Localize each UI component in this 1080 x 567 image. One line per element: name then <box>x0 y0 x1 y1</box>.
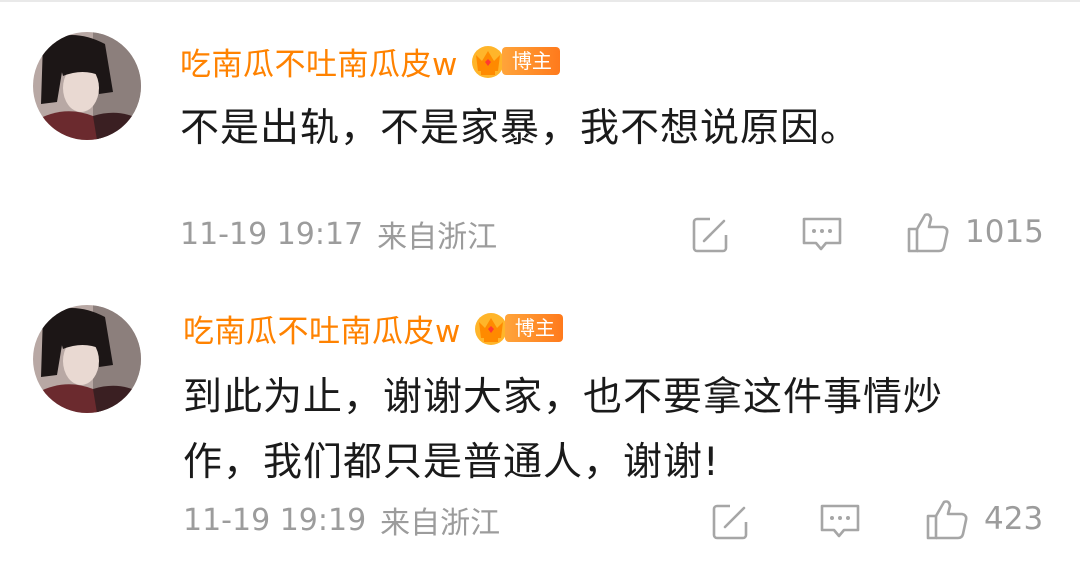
comment-text: 不是出轨，不是家暴，我不想说原因。 <box>180 96 1010 161</box>
comment-item: 吃南瓜不吐南瓜皮w 博主 不是出轨，不是家暴，我不想说原因。 11-19 19:… <box>0 0 1080 290</box>
comment-text: 到此为止，谢谢大家，也不要拿这件事情炒 作，我们都只是普通人，谢谢! <box>183 365 1013 495</box>
comment-time: 11-19 19:17 <box>180 216 364 252</box>
comment-meta: 11-19 19:17 来自浙江 <box>180 212 497 256</box>
comment-location: 来自浙江 <box>380 506 501 541</box>
comment-time: 11-19 19:19 <box>183 502 367 538</box>
username[interactable]: 吃南瓜不吐南瓜皮w <box>183 306 461 351</box>
comment-text-line: 到此为止，谢谢大家，也不要拿这件事情炒 <box>183 375 944 420</box>
badge-label: 博主 <box>501 47 560 75</box>
share-button[interactable] <box>690 210 732 258</box>
avatar[interactable] <box>33 32 141 140</box>
avatar[interactable] <box>33 305 141 413</box>
share-icon <box>692 215 730 253</box>
comment-button[interactable] <box>818 497 862 545</box>
blogger-badge: 博主 <box>468 41 560 81</box>
like-count: 423 <box>984 501 1044 537</box>
like-count: 1015 <box>965 214 1044 250</box>
badge-label: 博主 <box>504 314 563 342</box>
comment-button[interactable] <box>800 210 844 258</box>
user-row: 吃南瓜不吐南瓜皮w 博主 <box>183 303 563 353</box>
like-icon <box>926 500 968 540</box>
comment-location: 来自浙江 <box>377 220 498 255</box>
comment-text-line: 作，我们都只是普通人，谢谢! <box>183 440 720 485</box>
blogger-badge: 博主 <box>471 308 563 348</box>
comment-item: 吃南瓜不吐南瓜皮w 博主 到此为止，谢谢大家，也不要拿这件事情炒 作，我们都只是… <box>0 285 1080 567</box>
comment-icon <box>802 217 842 251</box>
comment-icon <box>820 504 860 538</box>
username[interactable]: 吃南瓜不吐南瓜皮w <box>180 39 458 84</box>
like-icon <box>907 213 949 253</box>
like-button[interactable]: 1015 <box>905 208 1044 256</box>
share-button[interactable] <box>710 497 752 545</box>
comment-text-line: 不是出轨，不是家暴，我不想说原因。 <box>180 106 861 151</box>
share-icon <box>712 502 750 540</box>
user-row: 吃南瓜不吐南瓜皮w 博主 <box>180 36 560 86</box>
like-button[interactable]: 423 <box>924 495 1043 543</box>
comment-meta: 11-19 19:19 来自浙江 <box>183 498 500 542</box>
